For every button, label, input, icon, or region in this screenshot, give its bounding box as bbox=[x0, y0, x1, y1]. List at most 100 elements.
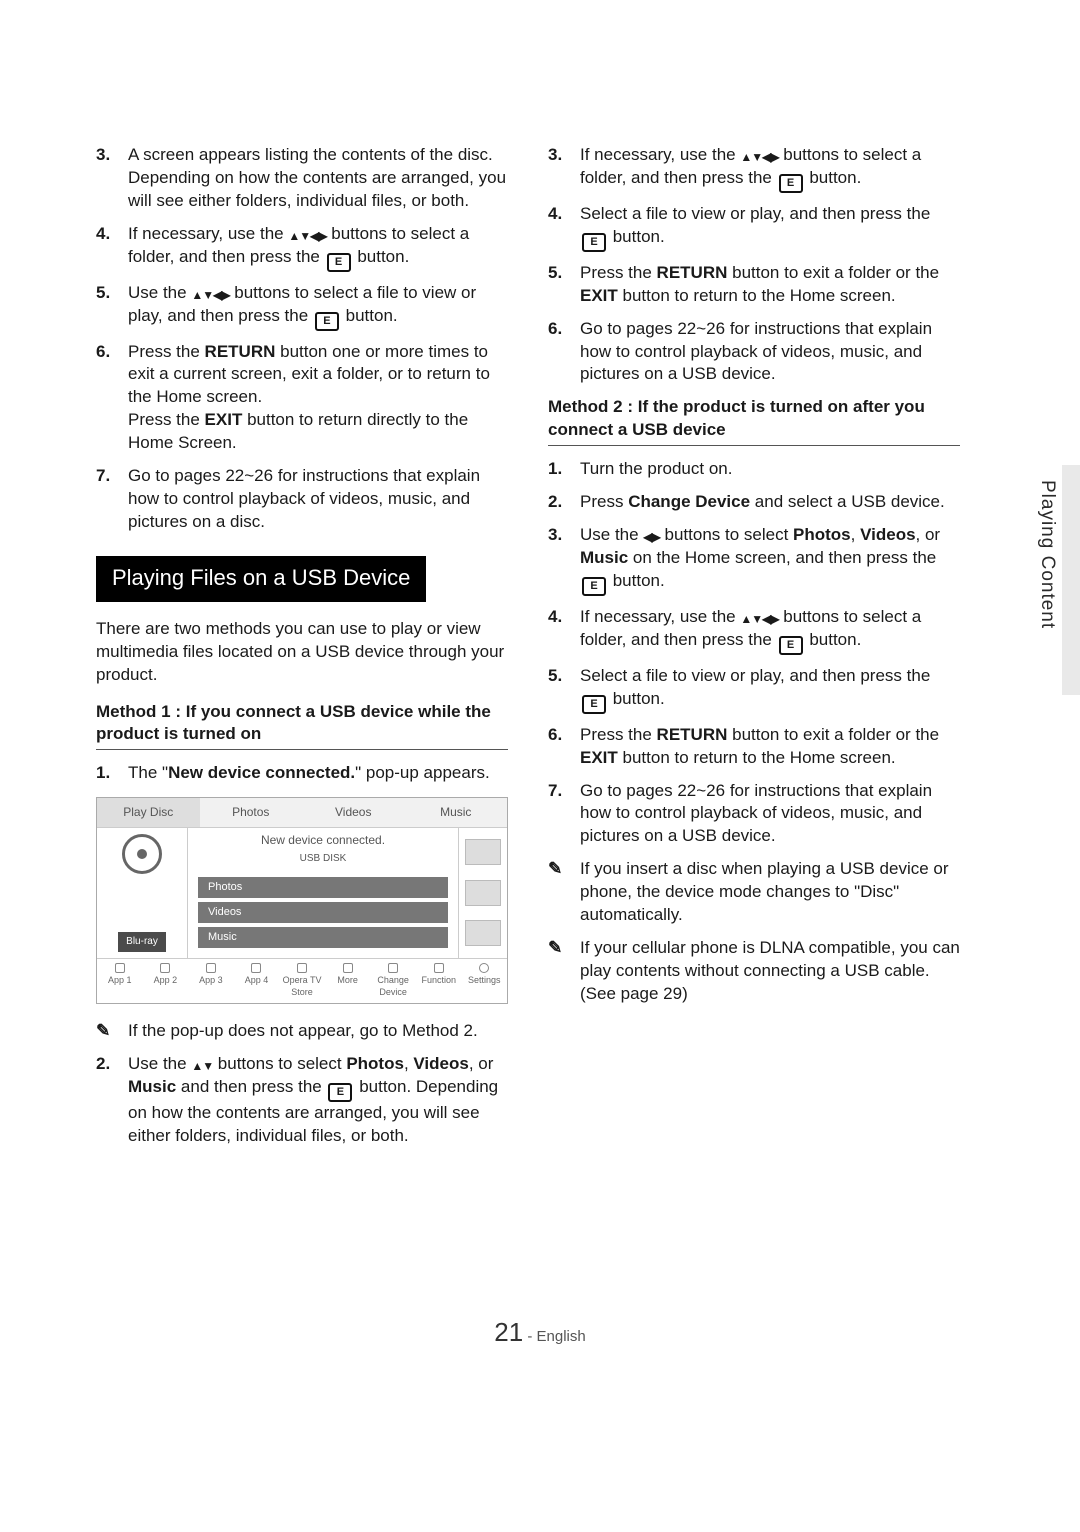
step-body: Go to pages 22~26 for instructions that … bbox=[128, 465, 508, 534]
note-line: ✎If you insert a disc when playing a USB… bbox=[548, 858, 960, 927]
bottom-bar-item: Function bbox=[416, 959, 462, 1003]
bottom-bar-item: More bbox=[325, 959, 371, 1003]
dpad-icon: ▲▼◀▶ bbox=[191, 287, 229, 303]
step-body: Select a file to view or play, and then … bbox=[580, 203, 960, 252]
note-text: If your cellular phone is DLNA compatibl… bbox=[580, 937, 960, 1006]
step-number: 5. bbox=[548, 262, 566, 308]
method1-step1-list: 1. The "New device connected." pop-up ap… bbox=[96, 762, 508, 785]
method2-heading: Method 2 : If the product is turned on a… bbox=[548, 396, 960, 446]
step-number: 6. bbox=[548, 724, 566, 770]
enter-button-icon: E bbox=[327, 253, 351, 272]
bottom-bar-item: App 1 bbox=[97, 959, 143, 1003]
bold-term: Music bbox=[128, 1077, 176, 1096]
popup-option: Music bbox=[198, 927, 448, 948]
step-body: Press the RETURN button to exit a folder… bbox=[580, 262, 960, 308]
note-line: ✎If your cellular phone is DLNA compatib… bbox=[548, 937, 960, 1006]
bold-term: Photos bbox=[346, 1054, 404, 1073]
step-number: 2. bbox=[96, 1053, 114, 1148]
dpad-icon: ▲▼◀▶ bbox=[740, 611, 778, 627]
dpad-icon: ▲▼◀▶ bbox=[288, 228, 326, 244]
step-body: Use the ◀▶ buttons to select Photos, Vid… bbox=[580, 524, 960, 596]
page-language-label: - English bbox=[527, 1328, 585, 1345]
right-column: 3. If necessary, use the ▲▼◀▶ buttons to … bbox=[548, 140, 960, 1157]
step-body: If necessary, use the ▲▼◀▶ buttons to se… bbox=[580, 144, 960, 193]
bold-term: EXIT bbox=[205, 410, 243, 429]
step-number: 5. bbox=[548, 665, 566, 714]
step-body: The "New device connected." pop-up appea… bbox=[128, 762, 508, 785]
note-icon: ✎ bbox=[96, 1020, 118, 1043]
note-icon: ✎ bbox=[548, 937, 570, 1006]
note-text: If the pop-up does not appear, go to Met… bbox=[128, 1020, 478, 1043]
disc-icon bbox=[122, 834, 162, 874]
chapter-side-tab: Playing Content bbox=[1034, 480, 1060, 629]
step-body: Press the RETURN button to exit a folder… bbox=[580, 724, 960, 770]
bold-term: RETURN bbox=[657, 263, 728, 282]
bold-term: Music bbox=[580, 548, 628, 567]
step-number: 4. bbox=[548, 203, 566, 252]
step-number: 4. bbox=[96, 223, 114, 272]
bold-term: Videos bbox=[413, 1054, 468, 1073]
step-body: Turn the product on. bbox=[580, 458, 960, 481]
note-line: ✎ If the pop-up does not appear, go to M… bbox=[96, 1020, 508, 1043]
step-number: 3. bbox=[96, 144, 114, 213]
bold-term: EXIT bbox=[580, 748, 618, 767]
ui-tab: Music bbox=[405, 798, 508, 827]
step-number: 4. bbox=[548, 606, 566, 655]
page-body: 3.A screen appears listing the contents … bbox=[96, 140, 960, 1157]
right-steps-continued: 3. If necessary, use the ▲▼◀▶ buttons to … bbox=[548, 144, 960, 386]
step-number: 1. bbox=[548, 458, 566, 481]
bold-term: Videos bbox=[860, 525, 915, 544]
step-number: 5. bbox=[96, 282, 114, 331]
step-body: Press the RETURN button one or more time… bbox=[128, 341, 508, 456]
enter-button-icon: E bbox=[779, 174, 803, 193]
dpad-icon: ▲▼◀▶ bbox=[740, 149, 778, 165]
step-number: 6. bbox=[548, 318, 566, 387]
step-body: Use the ▲▼ buttons to select Photos, Vid… bbox=[128, 1053, 508, 1148]
category-thumb bbox=[465, 839, 501, 865]
bottom-bar-item: Settings bbox=[462, 959, 508, 1003]
category-thumb bbox=[465, 920, 501, 946]
dpad-icon: ▲▼ bbox=[191, 1058, 213, 1074]
page-footer: 21 - English bbox=[0, 1315, 1080, 1350]
step-number: 7. bbox=[96, 465, 114, 534]
step-number: 3. bbox=[548, 524, 566, 596]
ui-tab: Play Disc bbox=[97, 798, 200, 827]
step-body: A screen appears listing the contents of… bbox=[128, 144, 508, 213]
step-number: 7. bbox=[548, 780, 566, 849]
step-body: If necessary, use the ▲▼◀▶ buttons to se… bbox=[128, 223, 508, 272]
method1-heading: Method 1 : If you connect a USB device w… bbox=[96, 701, 508, 751]
bottom-bar-item: App 4 bbox=[234, 959, 280, 1003]
ui-tab: Photos bbox=[200, 798, 303, 827]
step-number: 2. bbox=[548, 491, 566, 514]
page-number: 21 bbox=[494, 1317, 523, 1347]
bold-term: Photos bbox=[793, 525, 851, 544]
bold-term: RETURN bbox=[205, 342, 276, 361]
method1-step2-list: 2. Use the ▲▼ buttons to select Photos, … bbox=[96, 1053, 508, 1148]
section-edge-marker bbox=[1062, 465, 1080, 695]
bottom-bar-item: App 2 bbox=[143, 959, 189, 1003]
bottom-bar-item: Opera TV Store bbox=[279, 959, 325, 1003]
bottom-bar-item: Change Device bbox=[370, 959, 416, 1003]
category-thumb bbox=[465, 880, 501, 906]
dpad-icon: ◀▶ bbox=[643, 529, 659, 545]
step-number: 1. bbox=[96, 762, 114, 785]
left-steps-continued: 3.A screen appears listing the contents … bbox=[96, 144, 508, 534]
step-body: Go to pages 22~26 for instructions that … bbox=[580, 318, 960, 387]
step-body: Select a file to view or play, and then … bbox=[580, 665, 960, 714]
popup-option: Videos bbox=[198, 902, 448, 923]
step-body: If necessary, use the ▲▼◀▶ buttons to se… bbox=[580, 606, 960, 655]
enter-button-icon: E bbox=[582, 695, 606, 714]
note-icon: ✎ bbox=[548, 858, 570, 927]
method2-steps: 1.Turn the product on.2.Press Change Dev… bbox=[548, 458, 960, 848]
bluray-label: Blu-ray bbox=[118, 932, 166, 952]
ui-screenshot-illustration: Play DiscPhotosVideosMusic Blu-ray New d… bbox=[96, 797, 508, 1003]
step-number: 3. bbox=[548, 144, 566, 193]
enter-button-icon: E bbox=[779, 636, 803, 655]
bottom-bar-item: App 3 bbox=[188, 959, 234, 1003]
enter-button-icon: E bbox=[582, 233, 606, 252]
ui-tab: Videos bbox=[302, 798, 405, 827]
enter-button-icon: E bbox=[315, 312, 339, 331]
bold-term: New device connected. bbox=[168, 763, 355, 782]
left-column: 3.A screen appears listing the contents … bbox=[96, 140, 508, 1157]
step-body: Go to pages 22~26 for instructions that … bbox=[580, 780, 960, 849]
